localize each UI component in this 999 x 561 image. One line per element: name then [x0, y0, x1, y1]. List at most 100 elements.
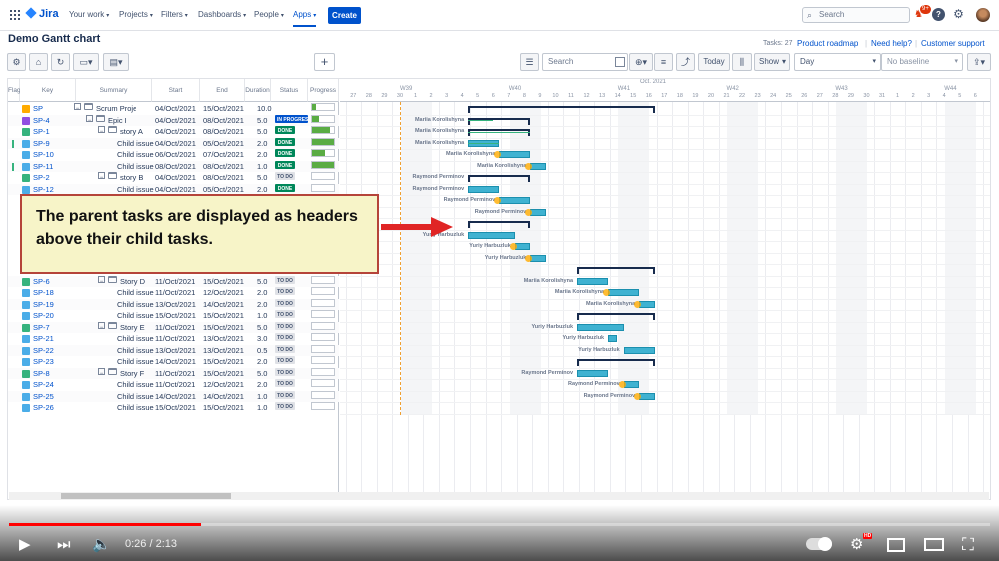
expand-toggle-icon[interactable]: − — [98, 126, 105, 135]
summary[interactable]: Child issue — [117, 138, 154, 150]
global-search-input[interactable]: ⌕ Search — [802, 7, 910, 23]
col-header-progress[interactable]: Progress — [308, 79, 339, 102]
table-row[interactable]: SP-8 − Story F 11/Oct/2021 15/Oct/2021 5.0 TO … — [8, 367, 339, 380]
folder-menu-icon[interactable]: ▭▾ — [73, 53, 99, 71]
dependency-link-icon[interactable] — [618, 381, 626, 388]
task-bar[interactable] — [530, 208, 546, 216]
baseline-select[interactable]: No baseline ▾ — [881, 53, 963, 71]
dependency-link-icon[interactable] — [509, 243, 517, 250]
table-row[interactable]: SP-21 Child issue 11/Oct/2021 13/Oct/2021 3.… — [8, 333, 339, 345]
parent-summary-bar[interactable] — [468, 221, 531, 228]
scrollbar-thumb[interactable] — [61, 493, 231, 499]
nav-projects[interactable]: Projects ▾ — [119, 10, 153, 19]
issue-key[interactable]: SP-9 — [33, 138, 50, 150]
product-roadmap-link[interactable]: Product roadmap — [797, 39, 858, 48]
dependency-link-icon[interactable] — [525, 254, 533, 262]
user-avatar[interactable] — [976, 8, 990, 22]
autoplay-toggle[interactable] — [806, 537, 832, 551]
task-bar[interactable] — [468, 185, 500, 193]
dependency-link-icon[interactable] — [634, 300, 642, 308]
summary[interactable]: Epic I — [108, 115, 127, 127]
filter-icon[interactable]: ≡ — [654, 53, 673, 71]
expand-toggle-icon[interactable]: − — [98, 275, 105, 285]
issue-key[interactable]: SP-24 — [33, 379, 54, 391]
task-bar[interactable] — [577, 323, 624, 331]
summary[interactable]: Child issue — [117, 299, 154, 311]
table-row[interactable]: SP-18 Child issue 11/Oct/2021 12/Oct/2021 2.… — [8, 287, 339, 299]
col-header-flag[interactable]: Flag — [8, 79, 21, 102]
col-header-summary[interactable]: Summary — [76, 79, 152, 102]
critical-path-icon[interactable]: ⤴ — [676, 53, 695, 71]
table-row[interactable]: SP-9 Child issue 04/Oct/2021 05/Oct/2021 2.0… — [8, 137, 339, 150]
issue-key[interactable]: SP-20 — [33, 310, 54, 322]
add-task-button[interactable]: + — [314, 53, 335, 71]
table-view-icon[interactable]: ▤▾ — [103, 53, 129, 71]
table-row[interactable]: SP-24 Child issue 11/Oct/2021 12/Oct/2021 2.… — [8, 379, 339, 391]
miniplayer-icon[interactable] — [887, 538, 905, 552]
home-icon[interactable]: ⌂ — [29, 53, 48, 71]
summary[interactable]: Child issue — [117, 345, 154, 357]
expand-toggle-icon[interactable]: − — [98, 172, 105, 181]
video-progress-bar[interactable] — [9, 523, 990, 526]
show-dropdown[interactable]: Show ▾ — [754, 53, 790, 71]
summary[interactable]: Child issue — [117, 161, 154, 173]
summary[interactable]: story B — [120, 172, 143, 184]
issue-key[interactable]: SP-25 — [33, 391, 54, 403]
task-bar[interactable] — [577, 369, 609, 377]
scale-select[interactable]: Day ▾ — [794, 53, 881, 71]
summary[interactable]: Child issue — [117, 402, 154, 414]
create-button[interactable]: Create — [328, 7, 361, 24]
task-bar[interactable] — [577, 277, 609, 285]
col-header-duration[interactable]: Duration — [245, 79, 271, 102]
table-row[interactable]: SP-6 − Story D 11/Oct/2021 15/Oct/2021 5.0 TO … — [8, 275, 339, 288]
summary[interactable]: story A — [120, 126, 143, 138]
parent-summary-bar[interactable] — [577, 359, 655, 366]
col-header-end[interactable]: End — [200, 79, 245, 102]
nav-dashboards[interactable]: Dashboards ▾ — [198, 10, 246, 19]
summary[interactable]: Child issue — [117, 391, 154, 403]
table-row[interactable]: SP − Scrum Project 04/Oct/2021 15/Oct/2021 10… — [8, 103, 339, 115]
nav-apps[interactable]: Apps ▾ — [293, 10, 317, 27]
table-row[interactable]: SP-22 Child issue 13/Oct/2021 13/Oct/2021 0.… — [8, 344, 339, 357]
issue-key[interactable]: SP-7 — [33, 322, 50, 334]
nav-filters[interactable]: Filters ▾ — [161, 10, 188, 19]
task-bar[interactable] — [623, 381, 640, 388]
issue-key[interactable]: SP-11 — [33, 161, 53, 173]
summary[interactable]: Story F — [120, 368, 144, 380]
parent-summary-bar[interactable] — [468, 106, 655, 113]
zoom-icon[interactable]: ⊕▾ — [629, 53, 653, 71]
table-row[interactable]: SP-19 Child issue 13/Oct/2021 14/Oct/2021 2.… — [8, 298, 339, 311]
columns-icon[interactable]: ⫼ — [732, 53, 752, 71]
issue-key[interactable]: SP-18 — [33, 287, 54, 299]
table-row[interactable]: SP-23 Child issue 14/Oct/2021 15/Oct/2021 2.… — [8, 356, 339, 368]
parent-summary-bar[interactable] — [577, 313, 655, 320]
nav-people[interactable]: People ▾ — [254, 10, 284, 19]
help-icon[interactable]: ? — [932, 8, 945, 21]
settings-icon[interactable]: ⚙ — [850, 535, 863, 555]
table-row[interactable]: SP-25 Child issue 14/Oct/2021 14/Oct/2021 1.… — [8, 390, 339, 403]
dependency-link-icon[interactable] — [525, 162, 533, 170]
next-icon[interactable]: ⏭ — [57, 535, 71, 555]
settings-icon[interactable]: ⚙ — [7, 53, 26, 71]
list-icon[interactable]: ☰ — [520, 53, 539, 71]
issue-key[interactable]: SP-23 — [33, 356, 54, 368]
expand-toggle-icon[interactable]: − — [74, 103, 81, 112]
app-switcher-icon[interactable] — [10, 10, 20, 20]
issue-key[interactable]: SP-4 — [33, 115, 50, 127]
issue-key[interactable]: SP-21 — [33, 333, 54, 345]
issue-key[interactable]: SP-26 — [33, 402, 54, 414]
task-bar[interactable] — [608, 289, 640, 296]
col-header-key[interactable]: Key — [20, 79, 76, 102]
search-checkbox[interactable] — [615, 57, 625, 67]
issue-key[interactable]: SP-19 — [33, 299, 54, 311]
issue-key[interactable]: SP-2 — [33, 172, 50, 184]
table-row[interactable]: SP-2 − story B 04/Oct/2021 08/Oct/2021 5.0 TO … — [8, 172, 339, 184]
need-help-link[interactable]: Need help? — [871, 39, 912, 48]
table-row[interactable]: SP-4 − Epic I 04/Oct/2021 08/Oct/2021 5.0 IN P… — [8, 114, 339, 127]
settings-gear-icon[interactable]: ⚙ — [952, 8, 965, 21]
summary[interactable]: Story D — [120, 276, 145, 288]
summary[interactable]: Child issue — [117, 287, 154, 299]
summary[interactable]: Child issue — [117, 310, 154, 322]
table-row[interactable]: SP-10 Child issue 06/Oct/2021 07/Oct/2021 2.… — [8, 149, 339, 161]
col-header-start[interactable]: Start — [152, 79, 200, 102]
